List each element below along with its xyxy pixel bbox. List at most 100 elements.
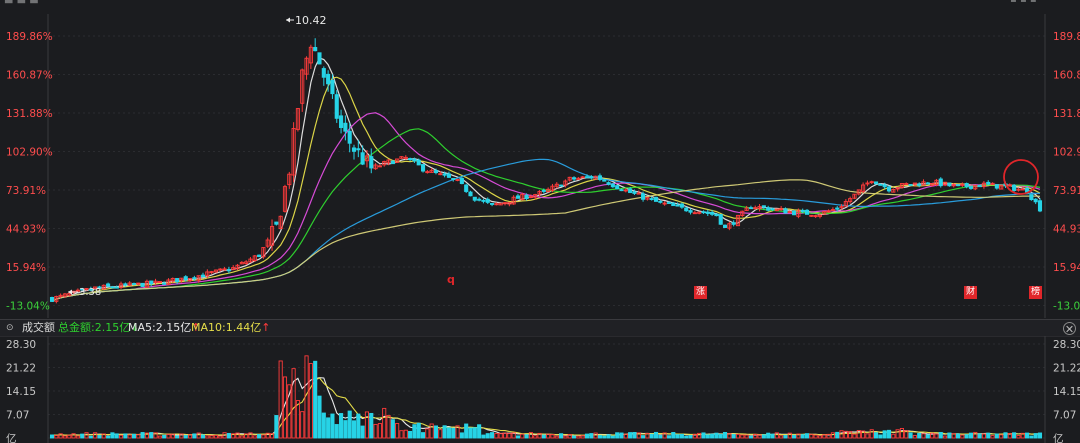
candle-body [464, 184, 469, 192]
marker-cai[interactable]: 财 [964, 286, 977, 299]
price-axis-left: 189.86% 160.87% 131.88% 102.90% 73.91% 44.93%… [6, 31, 53, 313]
volume-bar [464, 423, 469, 439]
volume-title: 成交额 [22, 321, 55, 334]
candle-body [114, 286, 119, 289]
volume-axis-left-label: 21.22 [6, 363, 36, 375]
volume-header: ⊙ 成交额 总金额:2.15亿↓ MA5:2.15亿↑ MA10:1.44亿↑ … [0, 319, 1080, 337]
volume-bar [576, 435, 581, 439]
candle-body [938, 178, 943, 187]
volume-bar [356, 413, 361, 439]
volume-bar [425, 428, 430, 439]
candle-body [792, 210, 797, 216]
volume-bar [602, 435, 607, 439]
candle-body [140, 282, 145, 287]
candle-body [653, 196, 659, 202]
volume-bar [925, 434, 930, 439]
candle-body [175, 278, 180, 283]
candle-body [420, 164, 426, 172]
volume-grid [47, 336, 1046, 443]
volume-bar [386, 415, 391, 439]
volume-bar [62, 435, 67, 439]
volume-bar [408, 430, 413, 439]
volume-bar [347, 410, 352, 439]
volume-chart[interactable]: 28.30 21.22 14.15 7.07 亿 28.30 21.22 14.15 7.07… [0, 336, 1080, 443]
volume-bar [865, 433, 870, 439]
volume-bar [472, 427, 477, 439]
candle-body [649, 198, 654, 201]
price-axis-right-label: 189.86% [1053, 31, 1080, 43]
candle-body [770, 208, 775, 211]
price-axis-right-label: 73.91% [1053, 185, 1080, 197]
candle-body [641, 193, 646, 200]
marker-zhang[interactable]: 涨 [694, 286, 707, 299]
volume-bar [351, 420, 357, 439]
candle-body [874, 181, 879, 185]
volume-bar [477, 424, 482, 439]
volume-bar [968, 432, 974, 439]
candle-body [49, 297, 55, 302]
volume-bar [149, 432, 154, 439]
marker-q[interactable]: q [447, 273, 455, 286]
volume-bars [49, 355, 1043, 439]
volume-bar [792, 434, 797, 439]
volume-bar [830, 432, 835, 439]
candle-body [433, 170, 439, 174]
volume-bar [218, 435, 223, 439]
volume-bar [399, 430, 404, 439]
volume-bar [684, 435, 689, 439]
candle-body [947, 182, 952, 187]
candle-body [192, 277, 197, 280]
candle-body [610, 183, 615, 188]
price-axis-left-label: 44.93% [6, 224, 46, 236]
volume-bar [80, 433, 85, 439]
volume-bar [718, 433, 723, 439]
price-axis-left-label: 15.94% [6, 262, 46, 274]
volume-bar [744, 434, 749, 439]
volume-bar [459, 432, 464, 439]
volume-bar [615, 432, 620, 439]
volume-bar [93, 432, 98, 439]
candle-body [490, 202, 495, 205]
candle-body [835, 207, 840, 210]
volume-bar [420, 432, 426, 439]
volume-bar [192, 433, 197, 439]
volume-bar [49, 434, 55, 439]
settings-icon[interactable]: ✕ [1063, 322, 1076, 336]
volume-bar [533, 435, 538, 439]
price-chart[interactable]: 189.86% 160.87% 131.88% 102.90% 73.91% 44.93%… [0, 14, 1080, 318]
candle-body [183, 276, 188, 281]
price-axis-right-label: 15.94% [1053, 262, 1080, 274]
volume-bar [779, 435, 784, 439]
volume-bar [382, 407, 387, 439]
collapse-icon[interactable]: ⊙ [6, 321, 14, 335]
volume-bar [110, 432, 115, 439]
marker-bang[interactable]: 榜 [1029, 286, 1042, 299]
volume-bar [990, 435, 995, 439]
volume-bar [766, 432, 771, 439]
volume-bar [947, 432, 952, 439]
volume-bar [429, 423, 434, 439]
volume-bar [343, 420, 348, 439]
candle-body [722, 224, 728, 228]
volume-bar [1016, 435, 1021, 439]
volume-bar [330, 413, 335, 439]
volume-bar [524, 434, 529, 439]
candle-body [1033, 198, 1038, 203]
volume-bar [123, 433, 128, 439]
candle-body [878, 183, 883, 186]
volume-bar [878, 434, 883, 439]
candle-body [481, 199, 486, 202]
volume-bar [360, 425, 365, 439]
volume-bar [1003, 432, 1008, 439]
volume-bar [641, 435, 646, 439]
candle-body [675, 204, 680, 207]
price-axis-right-label: 160.87% [1053, 70, 1080, 82]
volume-bar [938, 431, 943, 439]
volume-bar [54, 435, 59, 439]
candle-body [1037, 200, 1043, 212]
volume-bar [416, 422, 421, 439]
candle-body [701, 211, 706, 214]
volume-bar [308, 363, 313, 439]
candle-body [257, 254, 262, 258]
volume-bar [75, 435, 80, 439]
